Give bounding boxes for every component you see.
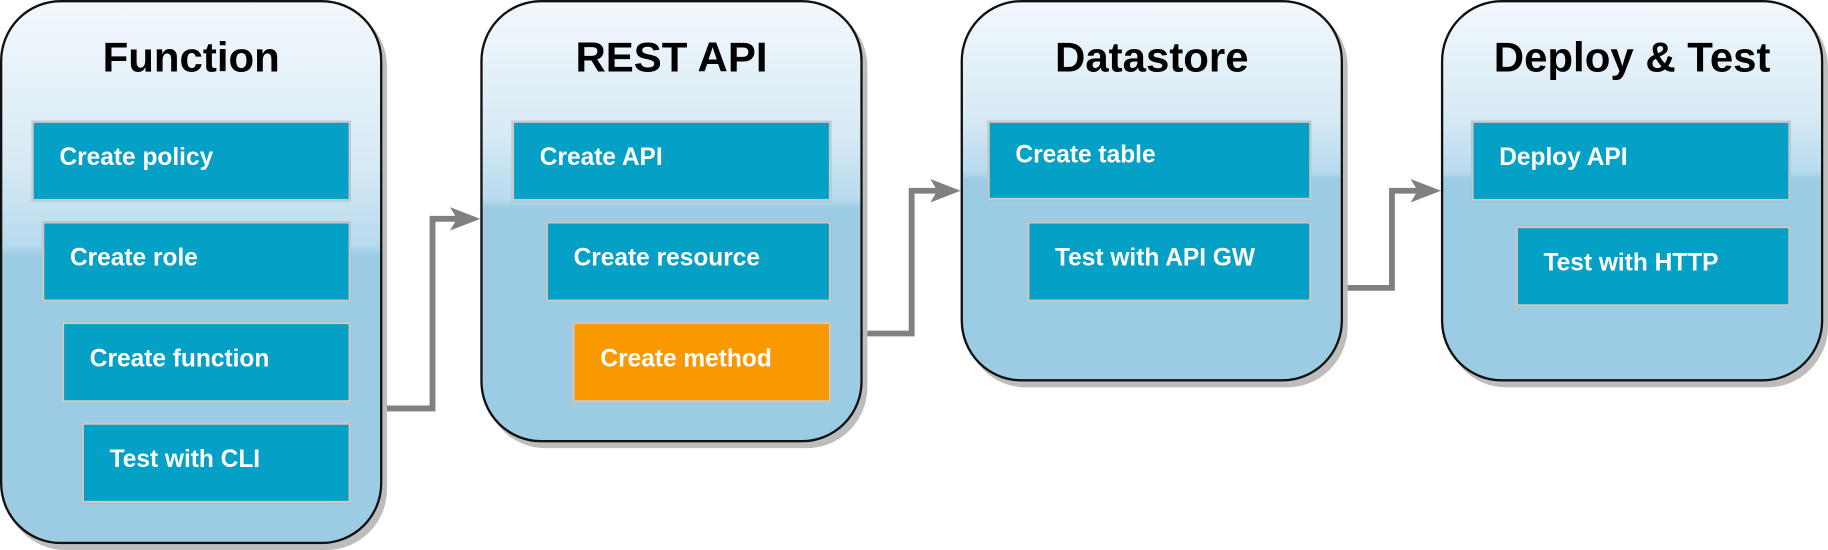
step-test-with-api-gw[interactable]: Test with API GW: [1027, 221, 1312, 302]
step-create-api[interactable]: Create API: [511, 120, 832, 202]
step-create-resource[interactable]: Create resource: [545, 221, 832, 302]
step-deploy-api[interactable]: Deploy API: [1471, 120, 1791, 202]
panel-title: Deploy & Test: [1493, 32, 1771, 81]
workflow-diagram: Function REST API Datastore Deploy & Tes…: [0, 0, 1828, 550]
step-create-function[interactable]: Create function: [61, 321, 351, 403]
connector-datastore-to-deploy: [1343, 187, 1430, 291]
step-create-policy[interactable]: Create policy: [31, 120, 351, 202]
step-create-role[interactable]: Create role: [41, 221, 351, 302]
connector-function-to-rest-api: [382, 215, 469, 412]
step-create-table[interactable]: Create table: [987, 120, 1312, 201]
panel-title: REST API: [575, 32, 768, 81]
step-create-method[interactable]: Create method: [572, 321, 832, 403]
panel-title: Datastore: [1055, 32, 1249, 81]
step-test-with-http[interactable]: Test with HTTP: [1515, 225, 1791, 307]
connector-rest-api-to-datastore: [862, 187, 949, 337]
step-test-with-cli[interactable]: Test with CLI: [81, 422, 351, 504]
panel-title: Function: [102, 32, 280, 81]
